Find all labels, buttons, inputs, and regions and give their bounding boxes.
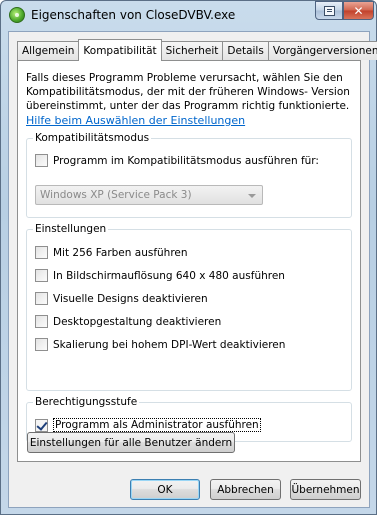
tab-kompatibilitaet[interactable]: Kompatibilität bbox=[78, 39, 162, 61]
settings-group: Einstellungen Mit 256 Farben ausführen I… bbox=[26, 222, 352, 391]
title-bar[interactable]: Eigenschaften von CloseDVBV.exe ✕ bbox=[1, 1, 376, 31]
setting-row-desktop-composition[interactable]: Desktopgestaltung deaktivieren bbox=[35, 315, 221, 328]
chevron-down-icon bbox=[248, 194, 256, 198]
setting-label: Visuelle Designs deaktivieren bbox=[53, 292, 208, 305]
tab-sicherheit[interactable]: Sicherheit bbox=[160, 41, 224, 60]
help-icon bbox=[323, 5, 335, 16]
tab-allgemein[interactable]: Allgemein bbox=[17, 41, 80, 60]
setting-checkbox-640x480[interactable] bbox=[35, 269, 48, 282]
os-version-select[interactable]: Windows XP (Service Pack 3) bbox=[35, 185, 263, 205]
help-button[interactable] bbox=[315, 1, 343, 20]
compat-mode-checkbox[interactable] bbox=[35, 154, 48, 167]
ok-button[interactable]: OK bbox=[130, 479, 200, 500]
dialog-client-area: Allgemein Kompatibilität Sicherheit Deta… bbox=[8, 31, 377, 508]
close-button[interactable]: ✕ bbox=[343, 1, 374, 20]
apply-button[interactable]: Übernehmen bbox=[290, 479, 361, 500]
tab-vorgaengerversionen[interactable]: Vorgängerversionen bbox=[267, 41, 377, 60]
run-as-admin-label: Programm als Administrator ausführen bbox=[53, 418, 261, 432]
setting-row-visual-designs[interactable]: Visuelle Designs deaktivieren bbox=[35, 292, 208, 305]
compat-mode-checkbox-row[interactable]: Programm im Kompatibilitätsmodus ausführ… bbox=[35, 154, 319, 167]
intro-text: Falls dieses Programm Probleme verursach… bbox=[26, 72, 350, 112]
compat-mode-group: Kompatibilitätsmodus Programm im Kompati… bbox=[26, 131, 352, 218]
privilege-title: Berechtigungsstufe bbox=[33, 395, 140, 409]
os-version-value: Windows XP (Service Pack 3) bbox=[40, 189, 192, 201]
setting-checkbox-dpi-scaling[interactable] bbox=[35, 338, 48, 351]
setting-row-256-colors[interactable]: Mit 256 Farben ausführen bbox=[35, 246, 188, 259]
setting-label: Skalierung bei hohem DPI-Wert deaktivier… bbox=[53, 338, 286, 351]
setting-row-640x480[interactable]: In Bildschirmauflösung 640 x 480 ausführ… bbox=[35, 269, 285, 282]
window-title: Eigenschaften von CloseDVBV.exe bbox=[31, 8, 236, 22]
setting-checkbox-desktop-composition[interactable] bbox=[35, 315, 48, 328]
help-link[interactable]: Hilfe beim Auswählen der Einstellungen bbox=[26, 114, 245, 127]
settings-title: Einstellungen bbox=[33, 222, 109, 236]
all-users-settings-button[interactable]: Einstellungen für alle Benutzer ändern bbox=[27, 432, 235, 453]
tab-strip: Allgemein Kompatibilität Sicherheit Deta… bbox=[17, 39, 377, 61]
cancel-button[interactable]: Abbrechen bbox=[210, 479, 281, 500]
setting-label: In Bildschirmauflösung 640 x 480 ausführ… bbox=[53, 269, 285, 282]
run-as-admin-row[interactable]: Programm als Administrator ausführen bbox=[35, 418, 261, 432]
setting-label: Mit 256 Farben ausführen bbox=[53, 246, 188, 259]
setting-label: Desktopgestaltung deaktivieren bbox=[53, 315, 222, 328]
setting-row-dpi-scaling[interactable]: Skalierung bei hohem DPI-Wert deaktivier… bbox=[35, 338, 285, 351]
close-icon: ✕ bbox=[353, 3, 364, 18]
compat-mode-label: Programm im Kompatibilitätsmodus ausführ… bbox=[53, 154, 319, 167]
compat-mode-title: Kompatibilitätsmodus bbox=[33, 131, 152, 145]
compatibility-panel: Falls dieses Programm Probleme verursach… bbox=[17, 60, 361, 462]
tab-details[interactable]: Details bbox=[222, 41, 269, 60]
setting-checkbox-256-colors[interactable] bbox=[35, 246, 48, 259]
app-icon bbox=[9, 7, 25, 23]
properties-window: Eigenschaften von CloseDVBV.exe ✕ Allgem… bbox=[0, 0, 377, 515]
setting-checkbox-visual-designs[interactable] bbox=[35, 292, 48, 305]
run-as-admin-checkbox[interactable] bbox=[35, 418, 48, 432]
